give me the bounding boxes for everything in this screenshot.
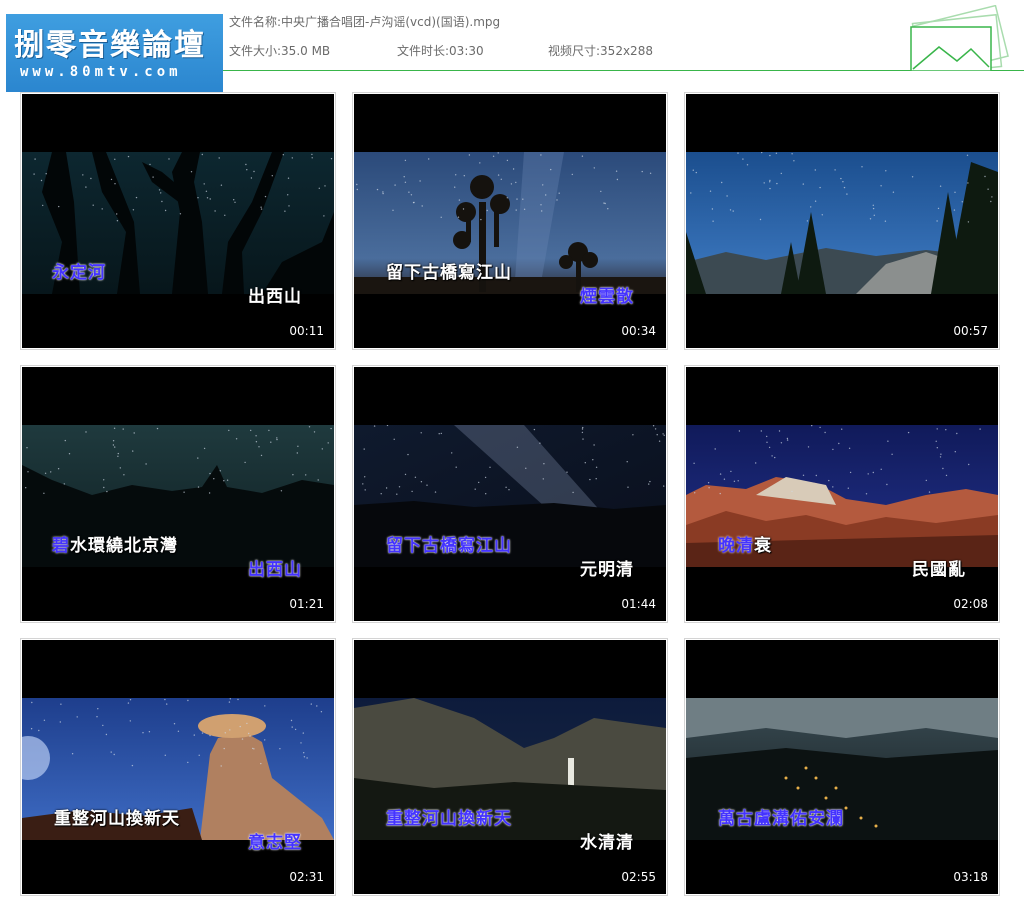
logo-url: www.80mtv.com — [20, 64, 182, 80]
lyric-line-1: 萬古盧溝佑安瀾 — [718, 809, 844, 829]
dimensions-value: 352x288 — [600, 44, 653, 58]
thumbnail-frame: 留下古橋寫江山元明清 01:44 — [354, 367, 666, 621]
lyric-line-2: 出西山 — [248, 287, 302, 307]
video-thumbnail[interactable]: 重整河山換新天意志堅 02:31 — [20, 638, 336, 896]
video-thumbnail[interactable]: 重整河山換新天水清清 02:55 — [352, 638, 668, 896]
filename-value: 中央广播合唱团-卢沟谣(vcd)(国语).mpg — [281, 15, 501, 29]
picture-frame-icon — [910, 5, 1009, 71]
thumbnail-frame: 留下古橋寫江山煙雲散 00:34 — [354, 94, 666, 348]
timestamp-label: 00:34 — [621, 324, 656, 338]
timestamp-label: 01:21 — [289, 597, 324, 611]
thumbnail-frame: 萬古盧溝佑安瀾 03:18 — [686, 640, 998, 894]
timestamp-label: 02:31 — [289, 870, 324, 884]
lyric-line-1: 永定河 — [52, 263, 106, 283]
scene-image — [686, 152, 998, 294]
video-thumbnail[interactable]: 留下古橋寫江山元明清 01:44 — [352, 365, 668, 623]
timestamp-label: 01:44 — [621, 597, 656, 611]
video-thumbnail[interactable]: 萬古盧溝佑安瀾 03:18 — [684, 638, 1000, 896]
lyric-line-1: 碧水環繞北京灣 — [52, 536, 178, 556]
duration-value: 03:30 — [449, 44, 484, 58]
lyric-line-2: 元明清 — [580, 560, 634, 580]
video-thumbnail[interactable]: 碧水環繞北京灣出西山 01:21 — [20, 365, 336, 623]
lyric-line-1: 晚清衰 — [718, 536, 772, 556]
file-info-header: 捌零音樂論壇 www.80mtv.com 文件名称:中央广播合唱团-卢沟谣(vc… — [0, 0, 1024, 92]
filesize-row: 文件大小:35.0 MB — [229, 42, 330, 59]
video-thumbnail[interactable]: 00:57 — [684, 92, 1000, 350]
timestamp-label: 03:18 — [953, 870, 988, 884]
timestamp-label: 02:55 — [621, 870, 656, 884]
lyric-line-1: 留下古橋寫江山 — [386, 263, 512, 283]
thumbnail-frame: 重整河山換新天意志堅 02:31 — [22, 640, 334, 894]
header-divider — [223, 70, 1024, 71]
video-thumbnail[interactable]: 永定河出西山 00:11 — [20, 92, 336, 350]
timestamp-label: 00:57 — [953, 324, 988, 338]
lyric-line-2: 煙雲散 — [580, 287, 634, 307]
thumbnail-frame: 重整河山換新天水清清 02:55 — [354, 640, 666, 894]
lyric-line-1: 重整河山換新天 — [386, 809, 512, 829]
thumbnail-frame: 晚清衰民國亂 02:08 — [686, 367, 998, 621]
duration-row: 文件时长:03:30 — [397, 42, 484, 59]
thumbnail-frame: 碧水環繞北京灣出西山 01:21 — [22, 367, 334, 621]
lyric-line-2: 民國亂 — [912, 560, 966, 580]
lyric-line-1: 重整河山換新天 — [54, 809, 180, 829]
lyric-line-2: 出西山 — [248, 560, 302, 580]
timestamp-label: 02:08 — [953, 597, 988, 611]
dimensions-row: 视频尺寸:352x288 — [548, 42, 653, 59]
forum-logo: 捌零音樂論壇 www.80mtv.com — [6, 14, 223, 92]
logo-title: 捌零音樂論壇 — [14, 28, 206, 63]
filesize-value: 35.0 MB — [281, 44, 331, 58]
thumbnail-frame: 00:57 — [686, 94, 998, 348]
duration-label: 文件时长: — [397, 44, 450, 58]
filename-row: 文件名称:中央广播合唱团-卢沟谣(vcd)(国语).mpg — [229, 13, 500, 30]
filename-label: 文件名称: — [229, 15, 282, 29]
lyric-line-1: 留下古橋寫江山 — [386, 536, 512, 556]
filesize-label: 文件大小: — [229, 44, 282, 58]
video-thumbnail[interactable]: 晚清衰民國亂 02:08 — [684, 365, 1000, 623]
lyric-line-2: 水清清 — [580, 833, 634, 853]
video-thumbnail[interactable]: 留下古橋寫江山煙雲散 00:34 — [352, 92, 668, 350]
dimensions-label: 视频尺寸: — [548, 44, 601, 58]
thumbnail-frame: 永定河出西山 00:11 — [22, 94, 334, 348]
timestamp-label: 00:11 — [289, 324, 324, 338]
lyric-line-2: 意志堅 — [248, 833, 302, 853]
